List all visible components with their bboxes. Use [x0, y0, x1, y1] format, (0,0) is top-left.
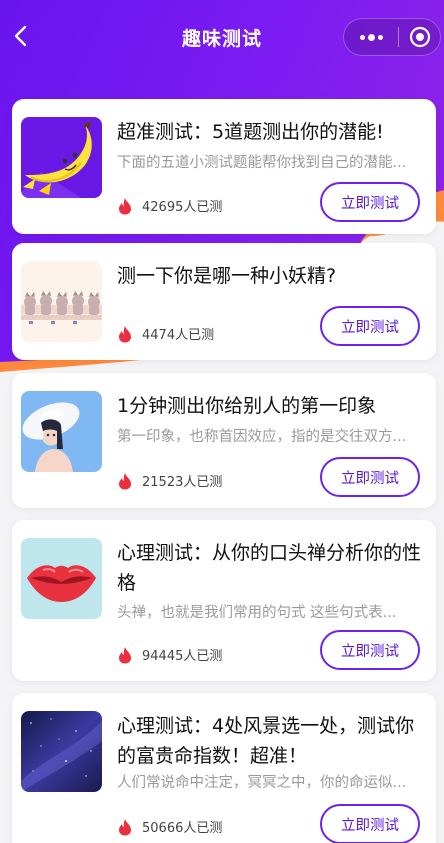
fire-icon [119, 197, 131, 214]
test-count-text: 94445人已测 [142, 649, 223, 664]
test-card[interactable]: 1分钟测出你给别人的第一印象 第一印象，也称首因效应，指的是交往双方... 21… [12, 373, 436, 508]
test-title: 1分钟测出你给别人的第一印象 [117, 395, 377, 417]
nav-bar: 趣味测试 [0, 0, 444, 74]
lips-image [21, 538, 102, 619]
test-card[interactable]: 超准测试：5道题测出你的潜能! 下面的五道小测试题能帮你找到自己的潜能... 4… [12, 99, 436, 234]
start-test-button[interactable]: 立即测试 [320, 182, 420, 222]
test-description: 头禅，也就是我们常用的句式 这些句式表... [117, 605, 397, 621]
test-title: 测一下你是哪一种小妖精? [117, 265, 337, 287]
banana-image [21, 117, 102, 198]
cats-image [21, 261, 102, 342]
fire-icon [119, 472, 131, 489]
girl-hat-image [21, 391, 102, 472]
test-description: 人们常说命中注定，冥冥之中，你的命运似... [117, 775, 407, 791]
test-description: 下面的五道小测试题能帮你找到自己的潜能... [117, 155, 407, 171]
test-count-text: 4474人已测 [142, 328, 215, 343]
start-test-button[interactable]: 立即测试 [320, 457, 420, 497]
start-test-button[interactable]: 立即测试 [320, 306, 420, 346]
fire-icon [119, 818, 131, 835]
test-count: 94445人已测 [117, 645, 222, 664]
more-dots-icon[interactable] [344, 19, 398, 55]
fire-icon [119, 646, 131, 663]
test-count: 21523人已测 [117, 471, 222, 490]
start-test-button[interactable]: 立即测试 [320, 630, 420, 670]
test-card[interactable]: 心理测试：从你的口头禅分析你的性格 头禅，也就是我们常用的句式 这些句式表...… [12, 520, 436, 681]
test-title: 心理测试：4处风景选一处，测试你的富贵命指数！超准！ [117, 715, 415, 767]
test-description: 第一印象，也称首因效应，指的是交往双方... [117, 429, 407, 445]
test-title: 超准测试：5道题测出你的潜能! [117, 121, 384, 143]
fire-icon [119, 325, 131, 342]
test-title: 心理测试：从你的口头禅分析你的性格 [117, 542, 422, 594]
test-count: 50666人已测 [117, 817, 222, 836]
test-count-text: 50666人已测 [142, 821, 223, 836]
test-card[interactable]: 测一下你是哪一种小妖精? 4474人已测 立即测试 [12, 243, 436, 360]
test-card[interactable]: 心理测试：4处风景选一处，测试你的富贵命指数！超准！ 人们常说命中注定，冥冥之中… [12, 693, 436, 843]
mini-program-capsule [343, 18, 441, 56]
target-close-icon[interactable] [399, 19, 440, 55]
test-count: 42695人已测 [117, 196, 222, 215]
test-count: 4474人已测 [117, 324, 214, 343]
start-test-button[interactable]: 立即测试 [320, 804, 420, 843]
test-count-text: 21523人已测 [142, 475, 223, 490]
test-list: 超准测试：5道题测出你的潜能! 下面的五道小测试题能帮你找到自己的潜能... 4… [12, 99, 436, 843]
test-count-text: 42695人已测 [142, 200, 223, 215]
galaxy-image [21, 711, 102, 792]
